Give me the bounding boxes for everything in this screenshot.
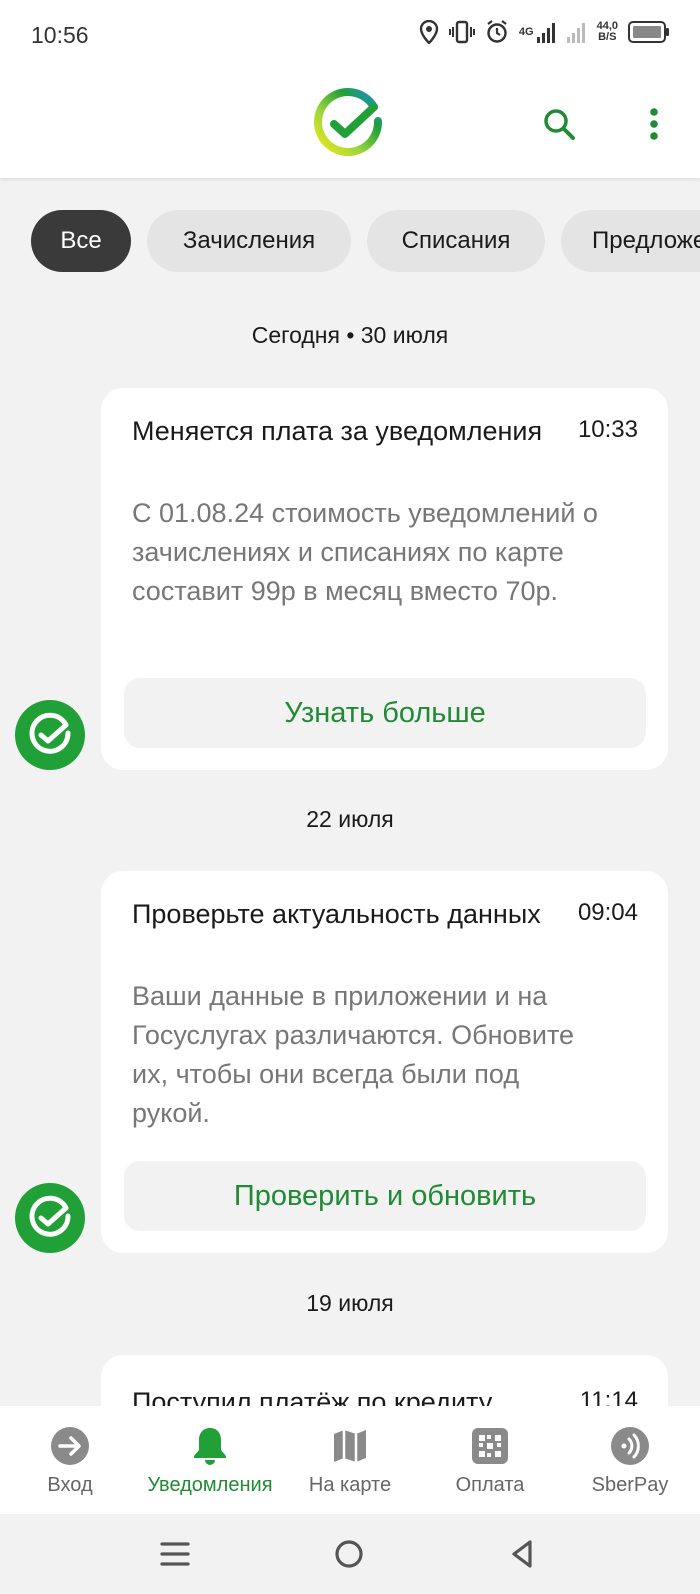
notification-time: 09:04 — [577, 899, 638, 926]
notification-body: Ваши данные в приложении и на Госуслугах… — [132, 981, 575, 1128]
check-and-update-button[interactable]: Проверить и обновить — [124, 1161, 646, 1231]
nav-label: SberPay — [591, 1474, 669, 1496]
more-vertical-icon — [650, 108, 658, 140]
filter-bar: Все Зачисления Списания Предложения — [0, 210, 700, 272]
back-button[interactable] — [502, 1534, 542, 1574]
recent-apps-button[interactable] — [155, 1534, 195, 1574]
notification-title: Проверьте актуальность данных — [132, 899, 541, 929]
filter-chip-all[interactable]: Все — [31, 210, 131, 272]
home-button[interactable] — [329, 1534, 369, 1574]
system-navigation-bar — [0, 1514, 700, 1594]
search-icon — [544, 109, 575, 140]
qr-code-icon — [470, 1426, 510, 1466]
network-speed: 44,0 B/S — [596, 20, 618, 43]
filter-chip-outgoing[interactable]: Списания — [367, 210, 545, 272]
back-triangle-icon — [512, 1540, 532, 1568]
contactless-icon — [610, 1426, 650, 1466]
notification-body: С 01.08.24 стоимость уведомлений о зачис… — [132, 498, 598, 606]
sber-avatar — [15, 700, 85, 770]
signal-weak-icon — [566, 21, 587, 43]
notification-title: Меняется плата за уведомления — [132, 416, 543, 446]
date-header: 22 июля — [306, 806, 394, 832]
nav-item-map[interactable]: На карте — [280, 1406, 420, 1514]
nav-item-notifications[interactable]: Уведомления — [140, 1406, 280, 1514]
map-icon — [330, 1426, 370, 1466]
nav-label: Уведомления — [147, 1474, 273, 1496]
notification-time: 10:33 — [577, 416, 638, 443]
status-time: 10:56 — [31, 22, 89, 48]
filter-chip-incoming[interactable]: Зачисления — [147, 210, 351, 272]
notification-card[interactable]: Меняется плата за уведомления 10:33 С 01… — [101, 388, 668, 770]
date-header: Сегодня • 30 июля — [251, 322, 449, 348]
more-options-button[interactable] — [630, 100, 678, 148]
status-icons: 4G 44,0 B/S — [419, 20, 670, 44]
nav-item-sberpay[interactable]: SberPay — [560, 1406, 700, 1514]
bell-icon — [190, 1426, 230, 1466]
nav-item-login[interactable]: Вход — [0, 1406, 140, 1514]
notification-card[interactable]: Проверьте актуальность данных 09:04 Ваши… — [101, 871, 668, 1253]
status-bar: 10:56 4G 44,0 B/S — [0, 0, 700, 72]
sber-logo — [312, 88, 386, 162]
location-icon — [419, 20, 439, 44]
alarm-icon — [485, 20, 509, 44]
nav-label: На карте — [308, 1474, 392, 1496]
search-button[interactable] — [535, 100, 583, 148]
app-header — [0, 72, 700, 178]
nav-item-payment[interactable]: Оплата — [420, 1406, 560, 1514]
nav-label: Оплата — [455, 1474, 525, 1496]
sber-avatar — [15, 1183, 85, 1253]
nav-label: Вход — [47, 1474, 93, 1496]
menu-lines-icon — [160, 1542, 190, 1566]
date-header: 19 июля — [306, 1290, 394, 1316]
sber-check-icon — [29, 712, 71, 754]
battery-icon — [628, 21, 670, 43]
home-circle-icon — [335, 1540, 363, 1568]
vibrate-icon — [448, 20, 475, 44]
sber-check-icon — [29, 1195, 71, 1237]
login-arrow-icon — [50, 1426, 90, 1466]
learn-more-button[interactable]: Узнать больше — [124, 678, 646, 748]
signal-4g-icon: 4G — [519, 21, 557, 43]
bottom-navigation: Вход Уведомления На карте Оплата SberPay — [0, 1406, 700, 1514]
filter-chip-offers[interactable]: Предложения — [561, 210, 700, 272]
